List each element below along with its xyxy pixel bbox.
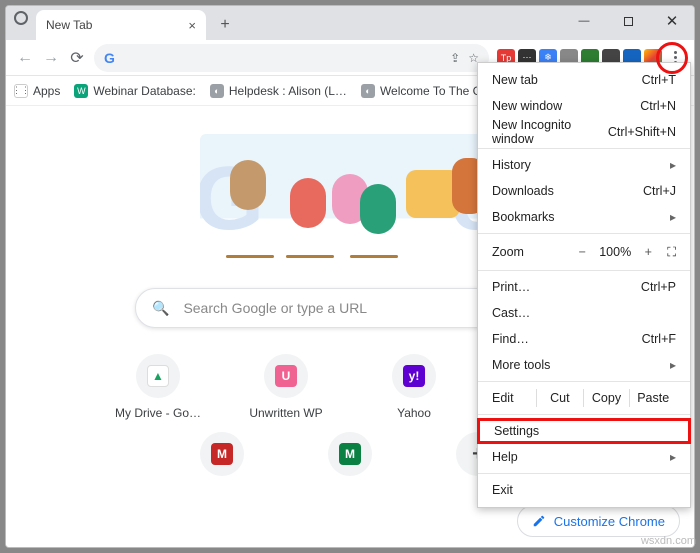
close-icon[interactable]: × bbox=[188, 18, 196, 33]
apps-button[interactable]: ⋮⋮ Apps bbox=[14, 84, 60, 98]
chrome-menu: New tabCtrl+T New windowCtrl+N New Incog… bbox=[477, 62, 691, 508]
apps-icon: ⋮⋮ bbox=[14, 84, 28, 98]
cut-button[interactable]: Cut bbox=[536, 389, 583, 407]
menu-downloads[interactable]: DownloadsCtrl+J bbox=[478, 178, 690, 204]
watermark: wsxdn.com bbox=[641, 535, 696, 547]
tab-title: New Tab bbox=[46, 18, 92, 32]
new-tab-button[interactable]: + bbox=[212, 12, 238, 38]
chevron-right-icon: ▸ bbox=[670, 450, 676, 464]
google-g-icon: G bbox=[104, 50, 119, 65]
customize-label: Customize Chrome bbox=[554, 514, 665, 529]
maximize-button[interactable] bbox=[606, 6, 650, 36]
menu-zoom-row: Zoom − 100% + ⛶ bbox=[478, 237, 690, 267]
pencil-icon bbox=[532, 514, 546, 528]
menu-new-window[interactable]: New windowCtrl+N bbox=[478, 93, 690, 119]
menu-cast[interactable]: Cast… bbox=[478, 300, 690, 326]
shortcut-unwritten[interactable]: U Unwritten WP bbox=[240, 354, 332, 420]
search-icon: 🔍 bbox=[152, 300, 169, 317]
chevron-right-icon: ▸ bbox=[670, 158, 676, 172]
apps-label: Apps bbox=[33, 84, 60, 98]
shortcut-yahoo[interactable]: y! Yahoo bbox=[368, 354, 460, 420]
address-bar[interactable]: G ⇪ ☆ bbox=[94, 44, 489, 72]
chevron-right-icon: ▸ bbox=[670, 210, 676, 224]
shortcut-label: Unwritten WP bbox=[249, 406, 322, 420]
close-window-button[interactable]: ✕ bbox=[650, 6, 694, 36]
tab-newtab[interactable]: New Tab × bbox=[36, 10, 206, 40]
share-icon[interactable]: ⇪ bbox=[450, 51, 460, 65]
google-doodle[interactable]: G e bbox=[200, 134, 500, 264]
zoom-out-button[interactable]: − bbox=[569, 245, 595, 259]
bookmark-icon: ◐ bbox=[210, 84, 224, 98]
tab-bar: New Tab × + — ✕ bbox=[6, 6, 694, 40]
window-controls: — ✕ bbox=[562, 6, 694, 36]
menu-find[interactable]: Find…Ctrl+F bbox=[478, 326, 690, 352]
search-placeholder: Search Google or type a URL bbox=[183, 300, 367, 316]
menu-edit-row: Edit Cut Copy Paste bbox=[478, 385, 690, 411]
menu-more-tools[interactable]: More tools▸ bbox=[478, 352, 690, 378]
copy-button[interactable]: Copy bbox=[583, 389, 630, 407]
menu-incognito[interactable]: New Incognito windowCtrl+Shift+N bbox=[478, 119, 690, 145]
shortcut-label: Yahoo bbox=[397, 406, 431, 420]
menu-settings[interactable]: Settings bbox=[477, 418, 691, 444]
back-button[interactable]: ← bbox=[12, 45, 38, 71]
chrome-icon bbox=[14, 11, 28, 25]
shortcut-drive[interactable]: ▲ My Drive - Go… bbox=[112, 354, 204, 420]
forward-button[interactable]: → bbox=[38, 45, 64, 71]
zoom-value: 100% bbox=[595, 245, 635, 259]
reload-button[interactable]: ⟳ bbox=[64, 45, 90, 71]
browser-window: New Tab × + — ✕ ← → ⟳ G ⇪ ☆ Tp ⋯ ❄ bbox=[5, 5, 695, 548]
paste-button[interactable]: Paste bbox=[629, 389, 676, 407]
shortcut-m2[interactable]: M bbox=[304, 432, 396, 484]
menu-help[interactable]: Help▸ bbox=[478, 444, 690, 470]
menu-new-tab[interactable]: New tabCtrl+T bbox=[478, 67, 690, 93]
zoom-in-button[interactable]: + bbox=[635, 245, 661, 259]
menu-exit[interactable]: Exit bbox=[478, 477, 690, 503]
fullscreen-icon[interactable]: ⛶ bbox=[667, 245, 676, 260]
bookmark-label: Webinar Database: bbox=[93, 84, 196, 98]
minimize-button[interactable]: — bbox=[562, 6, 606, 36]
bookmark-icon: W bbox=[74, 84, 88, 98]
shortcut-m1[interactable]: M bbox=[176, 432, 268, 484]
zoom-label: Zoom bbox=[492, 245, 569, 259]
bookmark-label: Helpdesk : Alison (L… bbox=[229, 84, 347, 98]
chevron-right-icon: ▸ bbox=[670, 358, 676, 372]
shortcut-label: My Drive - Go… bbox=[115, 406, 201, 420]
menu-bookmarks[interactable]: Bookmarks▸ bbox=[478, 204, 690, 230]
bookmark-icon: ◐ bbox=[361, 84, 375, 98]
menu-print[interactable]: Print…Ctrl+P bbox=[478, 274, 690, 300]
bookmark-item[interactable]: ◐ Helpdesk : Alison (L… bbox=[210, 84, 347, 98]
customize-chrome-button[interactable]: Customize Chrome bbox=[517, 505, 680, 537]
bookmark-item[interactable]: W Webinar Database: bbox=[74, 84, 196, 98]
edit-label: Edit bbox=[492, 391, 536, 405]
menu-history[interactable]: History▸ bbox=[478, 152, 690, 178]
